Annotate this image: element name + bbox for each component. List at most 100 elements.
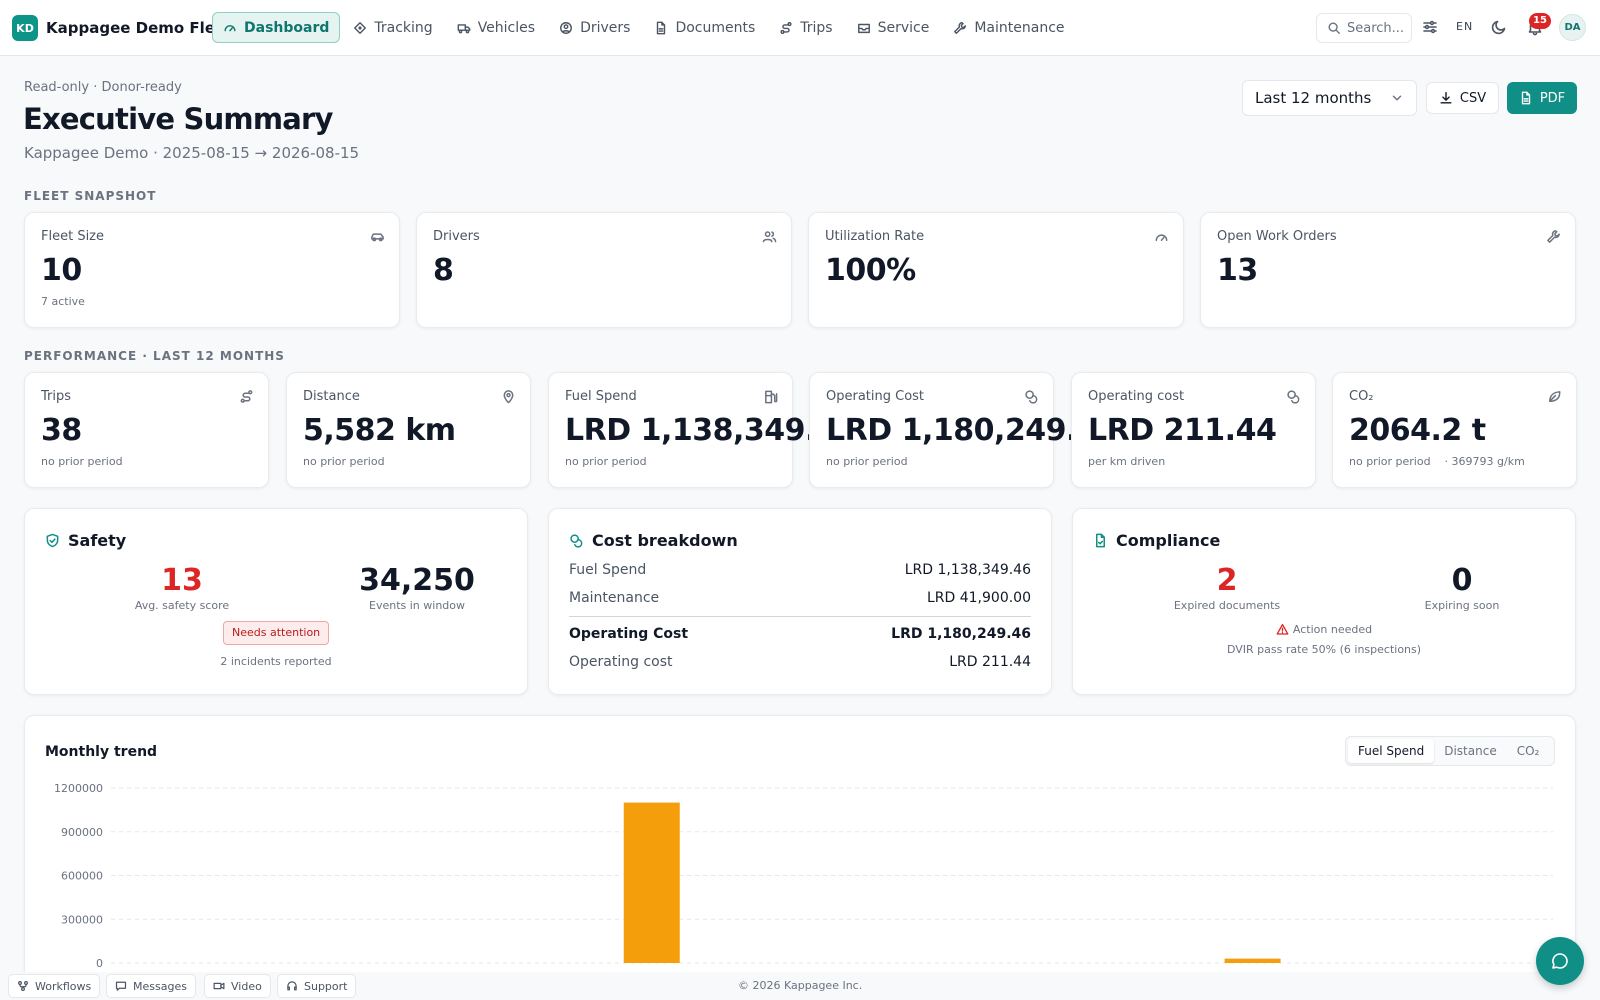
page-eyebrow: Read-only · Donor-ready: [24, 80, 182, 95]
nav-item-documents[interactable]: Documents: [643, 12, 766, 43]
chart-bar[interactable]: [1224, 958, 1281, 963]
nav-item-tracking[interactable]: Tracking: [342, 12, 443, 43]
video-icon: [213, 982, 225, 990]
nav-label: Dashboard: [244, 19, 330, 36]
cost-row-label: Maintenance: [569, 590, 660, 606]
footer-support-button[interactable]: Support: [277, 974, 357, 998]
file-check-icon: [1096, 533, 1105, 548]
stat-note: no prior period: [565, 455, 647, 468]
export-csv-button[interactable]: CSV: [1426, 82, 1499, 114]
footer-workflows-button[interactable]: Workflows: [8, 974, 101, 998]
map-pin-icon: [503, 390, 514, 404]
monthly-trend-panel: Monthly trend Fuel Spend Distance CO₂ 12…: [24, 715, 1576, 995]
stat-card-co2: CO₂ 2064.2 t no prior period · 369793 g/…: [1332, 372, 1577, 488]
workflow-icon: [18, 981, 28, 991]
safety-score: 13: [161, 563, 203, 598]
download-icon: [1440, 92, 1452, 104]
moon-icon[interactable]: [1490, 18, 1508, 36]
cost-row-value: LRD 41,900.00: [926, 590, 1031, 606]
language-switch[interactable]: EN: [1456, 20, 1473, 33]
cost-row-label: Operating cost: [569, 654, 673, 670]
y-tick-label: 0: [96, 957, 103, 970]
coins-icon: [1025, 390, 1038, 404]
stat-value: 10: [41, 253, 82, 288]
export-pdf-button[interactable]: PDF: [1507, 82, 1577, 114]
cost-row-label: Operating Cost: [569, 626, 689, 642]
gauge-icon: [1155, 234, 1168, 241]
y-tick-label: 900000: [61, 826, 103, 839]
truck-icon: [457, 23, 471, 33]
message-icon: [115, 981, 127, 991]
y-tick-label: 1200000: [54, 782, 103, 795]
stat-label: Operating cost: [1088, 389, 1185, 404]
nav-label: Maintenance: [974, 19, 1065, 36]
nav-item-drivers[interactable]: Drivers: [548, 12, 641, 43]
safety-title-label: Safety: [68, 531, 127, 550]
leaf-icon: [1549, 391, 1561, 402]
fuel-icon: [765, 390, 778, 404]
cost-breakdown-title: Cost breakdown: [569, 531, 738, 550]
route-icon: [240, 390, 253, 403]
stat-card-operating-cost: Operating Cost LRD 1,180,249.46 no prior…: [809, 372, 1118, 488]
search-icon: [1328, 22, 1340, 34]
avatar[interactable]: DA: [1559, 14, 1586, 41]
gauge-icon: [224, 24, 236, 31]
brand[interactable]: KD Kappagee Demo Fleet: [12, 15, 232, 41]
main-nav: Dashboard Tracking Vehicles Drivers Docu…: [212, 12, 1076, 43]
nav-item-dashboard[interactable]: Dashboard: [212, 12, 341, 43]
stat-label: CO₂: [1349, 389, 1374, 404]
nav-item-service[interactable]: Service: [846, 12, 941, 43]
cost-breakdown-title-label: Cost breakdown: [592, 531, 738, 550]
stat-note: no prior period · 369793 g/km: [1349, 455, 1525, 468]
cost-breakdown-panel: Cost breakdown Fuel Spend LRD 1,138,349.…: [548, 508, 1052, 695]
cost-row-value: LRD 1,180,249.46: [891, 626, 1031, 642]
page-title: Executive Summary: [23, 102, 333, 136]
nav-label: Documents: [675, 19, 756, 36]
shield-icon: [46, 533, 59, 548]
section-label-performance: Performance · Last 12 months: [24, 349, 285, 363]
chat-button[interactable]: [1536, 937, 1584, 985]
export-pdf-label: PDF: [1539, 90, 1566, 106]
cost-row: Maintenance LRD 41,900.00: [569, 590, 1031, 606]
stat-label: Fleet Size: [41, 229, 105, 244]
alert-triangle-icon: [1276, 623, 1289, 635]
stat-label: Distance: [303, 389, 360, 404]
brand-name: Kappagee Demo Fleet: [46, 19, 233, 37]
stat-value: 100%: [825, 253, 916, 288]
search-input[interactable]: Search...: [1316, 13, 1412, 43]
footer-messages-button[interactable]: Messages: [106, 974, 196, 998]
nav-item-maintenance[interactable]: Maintenance: [942, 12, 1075, 43]
stat-label: Fuel Spend: [565, 389, 637, 404]
stat-card-cost-per-km: Operating cost LRD 211.44 per km driven: [1071, 372, 1316, 488]
stat-card-utilization: Utilization Rate 100%: [808, 212, 1184, 328]
stat-value: LRD 211.44: [1088, 413, 1277, 448]
nav-label: Service: [877, 19, 930, 36]
stat-value: 2064.2 t: [1349, 413, 1486, 448]
y-tick-label: 600000: [61, 870, 103, 883]
divider: [569, 616, 1031, 617]
copyright: © 2026 Kappagee Inc.: [738, 979, 863, 992]
dvir-pass-rate: DVIR pass rate 50% (6 inspections): [1226, 643, 1422, 656]
footer-button-label: Video: [231, 979, 262, 993]
date-range-select[interactable]: Last 12 months: [1242, 80, 1417, 116]
users-icon: [762, 231, 777, 243]
incidents-note: 2 incidents reported: [220, 655, 332, 668]
stat-label: Trips: [41, 389, 72, 404]
monthly-trend-chart: 1200000 900000 600000 300000 0: [54, 782, 1553, 970]
footer-button-label: Messages: [133, 979, 187, 993]
headset-icon: [287, 981, 297, 991]
sliders-icon[interactable]: [1421, 18, 1439, 36]
nav-item-vehicles[interactable]: Vehicles: [446, 12, 546, 43]
notification-count-badge: 15: [1529, 13, 1551, 29]
cost-row-value: LRD 1,138,349.46: [904, 562, 1031, 578]
section-label-snapshot: Fleet snapshot: [24, 189, 157, 203]
nav-item-trips[interactable]: Trips: [768, 12, 843, 43]
file-icon: [657, 21, 666, 34]
search-placeholder: Search...: [1347, 20, 1405, 36]
crosshair-icon: [354, 21, 367, 34]
chart-bar[interactable]: [623, 802, 680, 963]
chat-bubble-icon: [1552, 953, 1568, 969]
safety-events: 34,250: [359, 563, 475, 598]
footer-video-button[interactable]: Video: [204, 974, 271, 998]
footer-button-label: Support: [304, 979, 348, 993]
